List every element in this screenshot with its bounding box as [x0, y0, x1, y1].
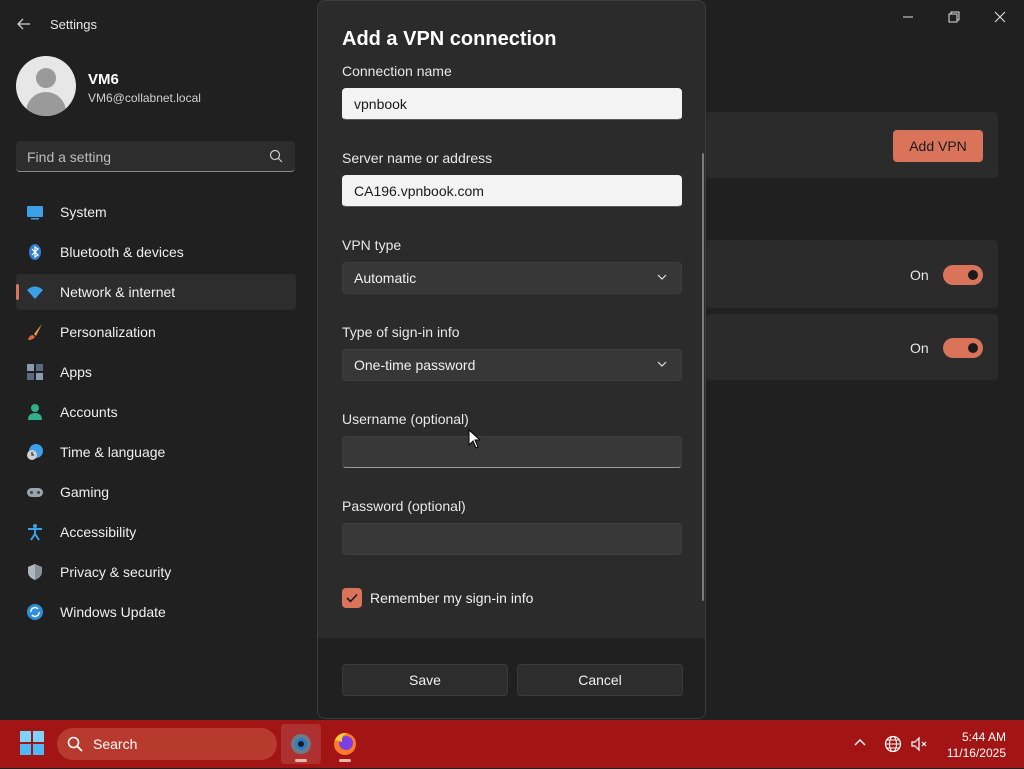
sidebar-item-accounts[interactable]: Accounts [16, 394, 296, 430]
sidebar-item-apps[interactable]: Apps [16, 354, 296, 390]
sidebar-item-label: Apps [60, 364, 92, 380]
mouse-cursor-icon [468, 429, 482, 449]
password-input[interactable] [342, 523, 682, 555]
chevron-up-icon[interactable] [852, 735, 868, 751]
apps-icon [27, 364, 43, 380]
sidebar-item-label: Accessibility [60, 524, 137, 540]
sign-in-type-value: One-time password [354, 357, 476, 373]
user-email: VM6@collabnet.local [88, 91, 201, 105]
windows-start-icon[interactable] [20, 731, 44, 755]
close-button[interactable] [980, 8, 1020, 28]
sidebar-item-bluetooth[interactable]: Bluetooth & devices [16, 234, 296, 270]
sidebar-item-label: Network & internet [60, 284, 176, 300]
sign-in-type-dropdown[interactable]: One-time password [342, 349, 682, 381]
dialog-footer: Save Cancel [318, 638, 705, 718]
search-icon [269, 149, 283, 163]
settings-search-input[interactable]: Find a setting [16, 141, 295, 172]
search-icon [67, 736, 83, 752]
taskbar-search[interactable]: Search [57, 728, 277, 760]
toggle-state-label: On [910, 267, 929, 283]
dialog-title: Add a VPN connection [342, 28, 557, 50]
dialog-scrollbar[interactable] [702, 153, 704, 601]
gaming-icon [27, 488, 43, 497]
add-vpn-dialog: Add a VPN connection Connection name vpn… [317, 0, 706, 719]
sidebar-item-label: Gaming [60, 484, 110, 500]
accessibility-icon [28, 524, 42, 541]
remember-sign-in-checkbox[interactable] [342, 588, 362, 608]
globe-icon[interactable] [884, 735, 902, 753]
sidebar-item-label: Accounts [60, 404, 118, 420]
sidebar-item-label: Personalization [60, 324, 156, 340]
server-address-label: Server name or address [342, 150, 493, 166]
maximize-button[interactable] [934, 8, 974, 28]
sidebar-item-system[interactable]: System [16, 194, 296, 230]
vpn-type-dropdown[interactable]: Automatic [342, 262, 682, 294]
chevron-down-icon [657, 274, 667, 280]
brush-icon [28, 324, 42, 340]
sign-in-type-label: Type of sign-in info [342, 324, 460, 340]
speaker-muted-icon[interactable] [910, 735, 928, 753]
connection-name-value: vpnbook [354, 96, 407, 112]
checkmark-icon [346, 593, 358, 603]
connection-name-input[interactable]: vpnbook [342, 88, 682, 120]
password-label: Password (optional) [342, 498, 466, 514]
back-arrow-icon[interactable] [14, 14, 34, 34]
system-icon [27, 206, 43, 220]
username-label: Username (optional) [342, 411, 469, 427]
server-address-value: CA196.vpnbook.com [354, 183, 484, 199]
vpn-type-value: Automatic [354, 270, 417, 286]
clock-time[interactable]: 5:44 AM [940, 730, 1006, 744]
shield-icon [28, 564, 42, 580]
firefox-app-icon[interactable] [325, 724, 365, 764]
sidebar-nav: System Bluetooth & devices Network & int… [16, 194, 296, 634]
connection-name-label: Connection name [342, 63, 452, 79]
app-title: Settings [50, 17, 97, 32]
clock-date[interactable]: 11/16/2025 [940, 746, 1006, 760]
sidebar-item-accessibility[interactable]: Accessibility [16, 514, 296, 550]
toggle-switch[interactable] [943, 265, 983, 285]
sidebar-item-label: Time & language [60, 444, 166, 460]
search-placeholder: Find a setting [27, 149, 112, 165]
network-icon [27, 286, 43, 299]
firefox-icon [334, 732, 356, 755]
remember-sign-in-label: Remember my sign-in info [370, 590, 534, 606]
cancel-button[interactable]: Cancel [517, 664, 683, 696]
sidebar-item-label: Windows Update [60, 604, 166, 620]
sidebar-item-label: Privacy & security [60, 564, 172, 580]
sidebar-item-time-language[interactable]: Time & language [16, 434, 296, 470]
sidebar-item-network[interactable]: Network & internet [16, 274, 296, 310]
bluetooth-icon [29, 244, 41, 260]
add-vpn-button[interactable]: Add VPN [893, 130, 983, 162]
sidebar-item-label: Bluetooth & devices [60, 244, 184, 260]
server-address-input[interactable]: CA196.vpnbook.com [342, 175, 682, 207]
sidebar-item-gaming[interactable]: Gaming [16, 474, 296, 510]
running-indicator [339, 759, 351, 762]
sidebar-item-label: System [60, 204, 107, 220]
time-language-icon [27, 444, 43, 460]
taskbar: Search 5:44 AM 11/16/2025 [0, 720, 1024, 768]
update-icon [27, 604, 43, 620]
running-indicator [295, 759, 307, 762]
taskbar-search-label: Search [93, 736, 138, 752]
user-name: VM6 [88, 71, 119, 88]
sidebar-item-personalization[interactable]: Personalization [16, 314, 296, 350]
chevron-down-icon [657, 361, 667, 367]
toggle-state-label: On [910, 340, 929, 356]
username-input[interactable] [342, 436, 682, 468]
save-button[interactable]: Save [342, 664, 508, 696]
gear-icon [291, 734, 311, 754]
accounts-icon [28, 404, 42, 420]
toggle-switch[interactable] [943, 338, 983, 358]
vpn-type-label: VPN type [342, 237, 402, 253]
sidebar-item-privacy[interactable]: Privacy & security [16, 554, 296, 590]
settings-app-icon[interactable] [281, 724, 321, 764]
avatar[interactable] [16, 56, 76, 116]
sidebar-item-windows-update[interactable]: Windows Update [16, 594, 296, 630]
minimize-button[interactable] [888, 8, 928, 28]
